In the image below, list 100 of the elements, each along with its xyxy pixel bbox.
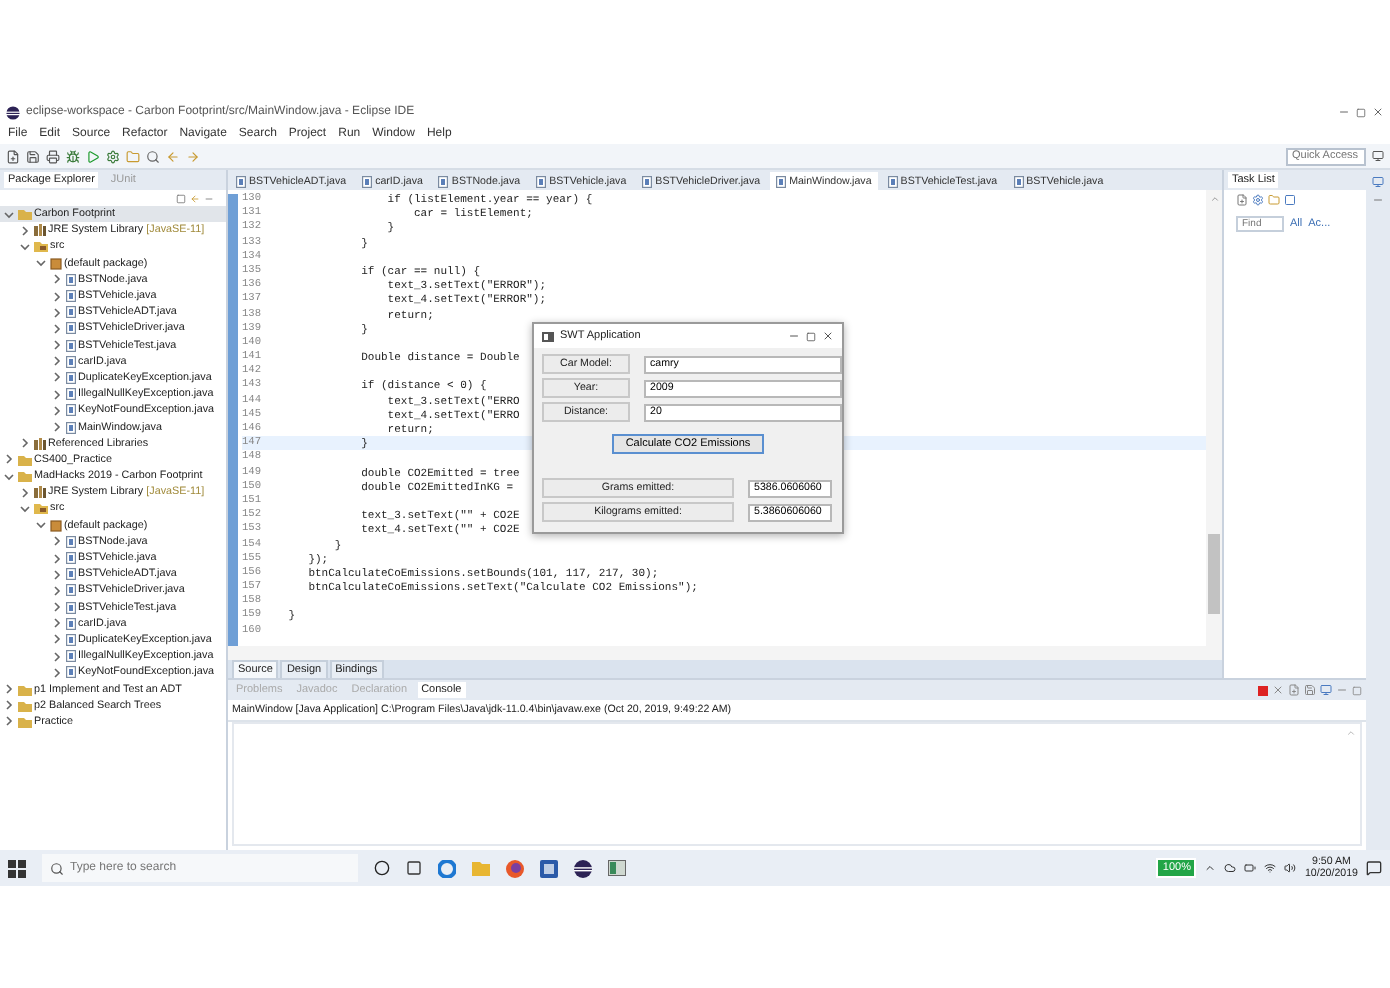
package-icon (49, 257, 61, 270)
document-app-icon[interactable] (540, 859, 558, 877)
eclipse-app-icon[interactable] (574, 859, 592, 877)
java-file-icon (776, 175, 787, 187)
chevron-right-icon[interactable] (20, 487, 30, 498)
search-icon[interactable] (146, 149, 160, 163)
volume-icon[interactable] (1284, 862, 1297, 874)
java-file-icon (65, 650, 75, 663)
save-icon[interactable] (26, 149, 40, 163)
gear-icon[interactable] (106, 149, 120, 163)
bug-icon[interactable] (66, 149, 80, 163)
java-file-icon (642, 175, 653, 187)
library-icon (33, 486, 45, 499)
library-icon (33, 224, 45, 237)
java-file-icon (65, 568, 75, 581)
notification-icon[interactable] (1366, 860, 1382, 876)
chevron-right-icon[interactable] (52, 307, 62, 318)
chevron-right-icon[interactable] (52, 323, 62, 334)
java-file-icon (65, 584, 75, 597)
maximize-icon[interactable] (1356, 107, 1366, 117)
scrollbar[interactable] (1206, 190, 1222, 646)
close-icon[interactable] (822, 330, 834, 342)
chevron-down-icon[interactable] (36, 258, 46, 269)
windows-logo-icon[interactable] (8, 859, 26, 877)
chevron-right-icon[interactable] (52, 356, 62, 367)
java-file-icon (65, 273, 75, 286)
java-file-icon (65, 371, 75, 384)
chevron-right-icon[interactable] (52, 291, 62, 302)
chevron-right-icon[interactable] (4, 684, 14, 695)
java-file-icon (65, 666, 75, 679)
stop-icon[interactable] (1258, 685, 1268, 695)
chevron-right-icon[interactable] (52, 585, 62, 596)
java-file-icon (65, 552, 75, 565)
chevron-right-icon[interactable] (52, 536, 62, 547)
chevron-right-icon[interactable] (52, 274, 62, 285)
chevron-right-icon[interactable] (20, 438, 30, 449)
horizontal-scrollbar[interactable] (228, 646, 1222, 660)
chevron-right-icon[interactable] (4, 716, 14, 727)
java-file-icon (362, 175, 373, 187)
chevron-up-icon[interactable] (1204, 862, 1217, 874)
project-folder-icon (17, 208, 31, 221)
chevron-down-icon[interactable] (4, 209, 14, 220)
java-file-icon (438, 175, 449, 187)
chevron-right-icon[interactable] (52, 422, 62, 433)
print-icon[interactable] (46, 149, 60, 163)
wifi-icon[interactable] (1264, 862, 1277, 874)
chevron-right-icon[interactable] (4, 454, 14, 465)
chevron-right-icon[interactable] (52, 405, 62, 416)
library-icon (33, 437, 45, 450)
java-file-icon (887, 175, 898, 187)
cloud-icon[interactable] (1224, 862, 1237, 874)
chevron-right-icon[interactable] (52, 667, 62, 678)
java-file-icon (1013, 175, 1024, 187)
java-file-icon (65, 535, 75, 548)
java-file-icon (65, 421, 75, 434)
app-window-icon[interactable] (608, 860, 626, 876)
package-icon (49, 519, 61, 532)
task-view-icon[interactable] (406, 860, 422, 876)
search-icon (50, 861, 64, 875)
chevron-down-icon[interactable] (36, 520, 46, 531)
close-icon[interactable] (1372, 106, 1384, 118)
chevron-right-icon[interactable] (52, 569, 62, 580)
battery-icon[interactable] (1244, 862, 1257, 874)
display-icon[interactable] (1320, 684, 1332, 696)
play-icon[interactable] (86, 149, 100, 163)
source-folder-icon (33, 240, 47, 253)
java-file-icon (65, 306, 75, 319)
chevron-right-icon[interactable] (20, 225, 30, 236)
java-file-icon (65, 355, 75, 368)
java-file-icon (536, 175, 547, 187)
chevron-right-icon[interactable] (52, 553, 62, 564)
source-folder-icon (33, 502, 47, 515)
java-file-icon (65, 404, 75, 417)
browser-globe-icon[interactable] (506, 859, 524, 877)
chevron-right-icon[interactable] (52, 602, 62, 613)
java-file-icon (65, 339, 75, 352)
java-file-icon (236, 175, 246, 187)
chevron-right-icon[interactable] (52, 618, 62, 629)
new-file-icon[interactable] (6, 149, 20, 163)
maximize-icon[interactable] (806, 331, 816, 341)
chevron-right-icon[interactable] (52, 372, 62, 383)
remove-icon[interactable] (1272, 684, 1284, 696)
chevron-right-icon[interactable] (52, 389, 62, 400)
java-file-icon (65, 617, 75, 630)
new-task-icon[interactable] (1236, 194, 1248, 206)
app-logo-icon (6, 105, 20, 119)
chevron-down-icon[interactable] (20, 503, 30, 514)
browser-icon[interactable] (438, 859, 456, 877)
java-file-icon (65, 388, 75, 401)
cortana-circle-icon[interactable] (374, 860, 390, 876)
chevron-down-icon[interactable] (4, 471, 14, 482)
java-file-icon (65, 290, 75, 303)
chevron-right-icon[interactable] (52, 651, 62, 662)
chevron-right-icon[interactable] (4, 700, 14, 711)
chevron-right-icon[interactable] (52, 634, 62, 645)
chevron-right-icon[interactable] (52, 340, 62, 351)
java-file-icon (65, 633, 75, 646)
chevron-down-icon[interactable] (20, 241, 30, 252)
java-file-icon (65, 322, 75, 335)
window-icon (542, 331, 554, 341)
